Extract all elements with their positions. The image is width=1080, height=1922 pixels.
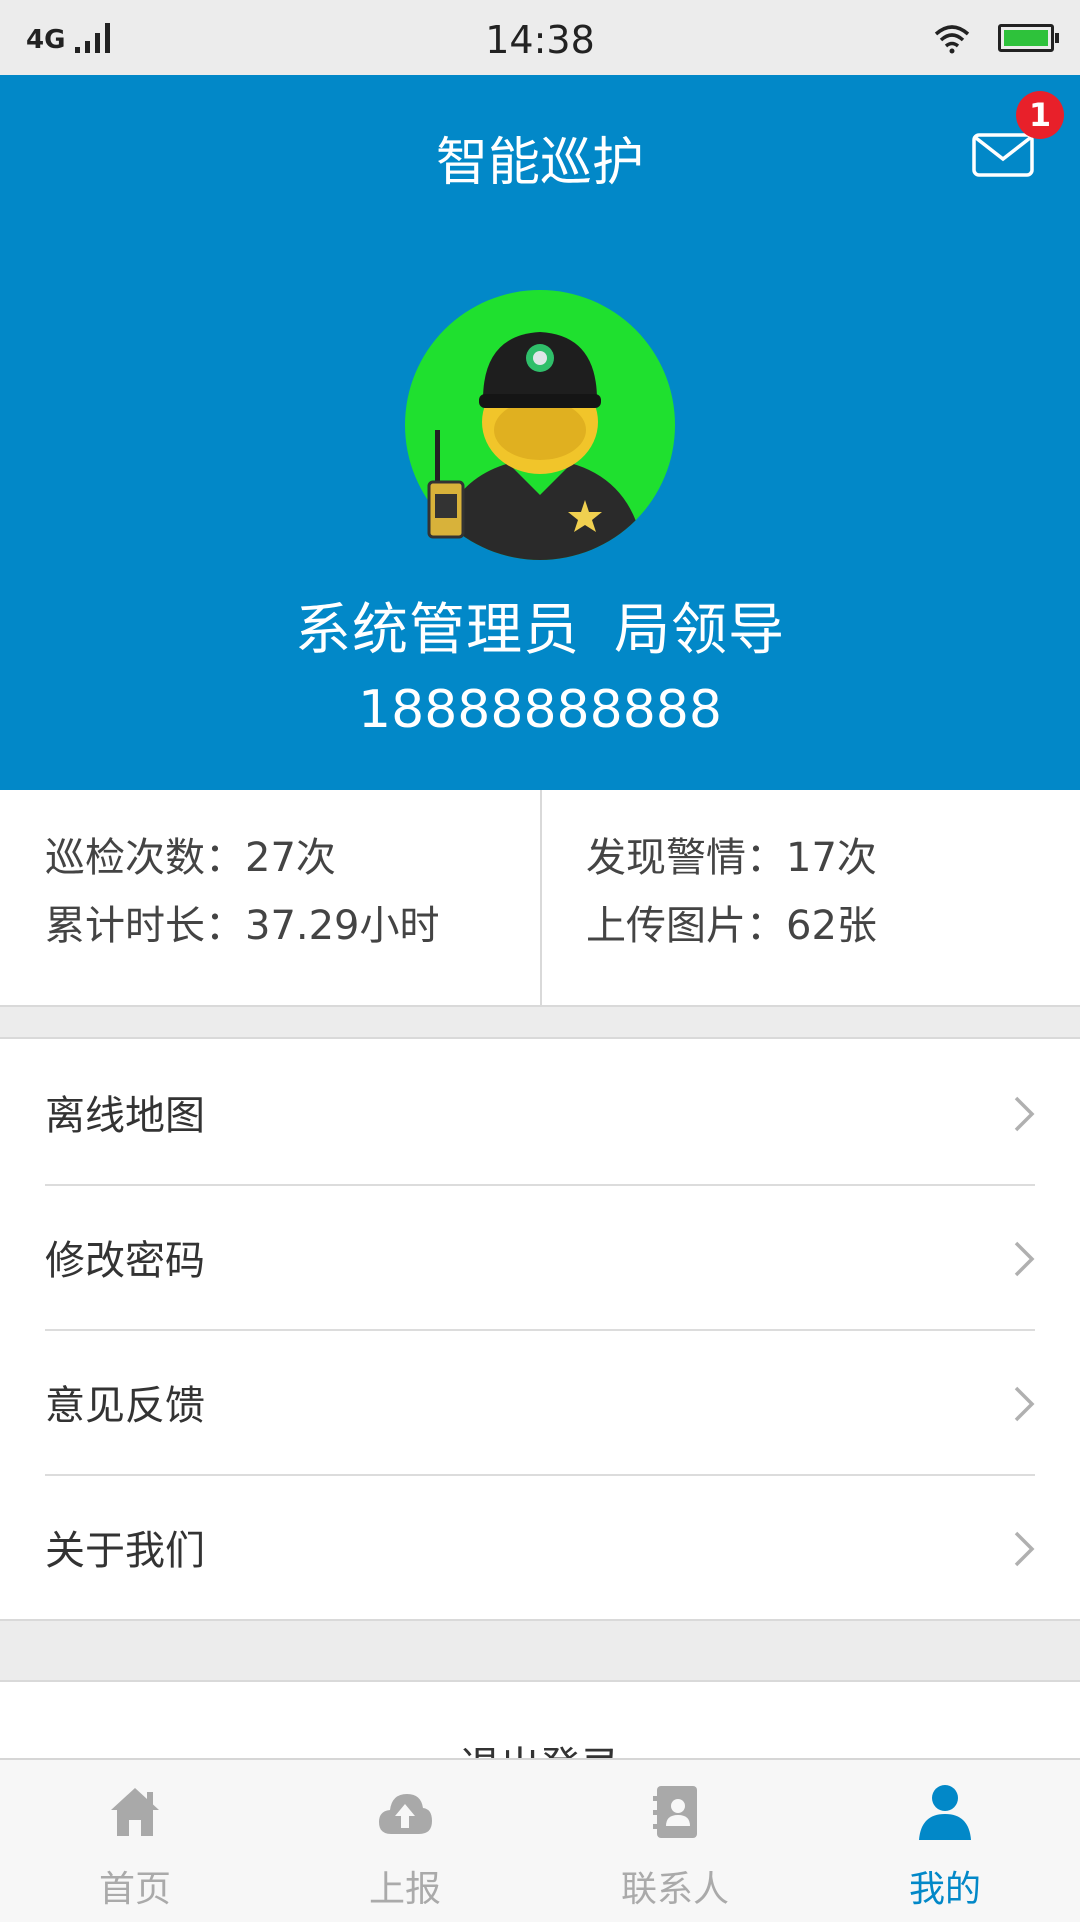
menu-item-change-password[interactable]: 修改密码 xyxy=(0,1184,1080,1329)
bottom-tab-bar: 首页 上报 联系人 我的 xyxy=(0,1758,1080,1922)
stat-images-uploaded: 上传图片：62张 xyxy=(586,903,877,949)
tab-label: 我的 xyxy=(908,1869,981,1910)
chevron-right-icon xyxy=(1014,1241,1035,1277)
battery-icon xyxy=(998,23,1059,52)
logout-button[interactable]: 退出登录 xyxy=(0,1680,1080,1762)
tab-mine[interactable]: 我的 xyxy=(810,1760,1080,1922)
user-phone: 18888888888 xyxy=(358,680,722,740)
chevron-right-icon xyxy=(1014,1386,1035,1422)
tab-label: 联系人 xyxy=(620,1869,729,1910)
user-role: 局领导 xyxy=(614,598,785,663)
tab-report[interactable]: 上报 xyxy=(270,1760,540,1922)
status-bar: 4G 14:38 xyxy=(0,0,1080,75)
menu-item-label: 关于我们 xyxy=(45,1527,205,1574)
menu-item-label: 离线地图 xyxy=(45,1092,205,1139)
avatar[interactable] xyxy=(405,290,675,560)
user-name: 系统管理员 xyxy=(295,598,580,663)
user-info: 系统管理员 局领导 xyxy=(0,585,1080,666)
unread-badge: 1 xyxy=(1016,91,1064,139)
stat-patrol-count: 巡检次数：27次 xyxy=(45,835,336,881)
tab-label: 上报 xyxy=(368,1869,441,1910)
page-title: 智能巡护 xyxy=(435,133,644,193)
menu-item-offline-map[interactable]: 离线地图 xyxy=(0,1039,1080,1184)
tab-contacts[interactable]: 联系人 xyxy=(540,1760,810,1922)
profile-header: 智能巡护 1 系统管理员 局领导 18888888888 xyxy=(0,75,1080,790)
menu-item-label: 意见反馈 xyxy=(45,1382,205,1429)
settings-menu: 离线地图 修改密码 意见反馈 关于我们 xyxy=(0,1037,1080,1621)
menu-item-feedback[interactable]: 意见反馈 xyxy=(0,1329,1080,1474)
stat-alerts-found: 发现警情：17次 xyxy=(586,835,877,881)
contacts-icon xyxy=(653,1786,697,1838)
menu-item-about-us[interactable]: 关于我们 xyxy=(0,1474,1080,1619)
user-icon xyxy=(919,1785,971,1840)
stats-panel: 巡检次数：27次 累计时长：37.29小时 发现警情：17次 上传图片：62张 xyxy=(0,790,1080,1007)
tab-label: 首页 xyxy=(98,1869,171,1910)
stat-total-duration: 累计时长：37.29小时 xyxy=(45,903,440,949)
stats-column-right: 发现警情：17次 上传图片：62张 xyxy=(540,790,1080,1005)
tab-home[interactable]: 首页 xyxy=(0,1760,270,1922)
home-icon xyxy=(111,1788,159,1836)
cloud-upload-icon xyxy=(379,1794,432,1834)
menu-item-label: 修改密码 xyxy=(45,1237,205,1284)
clock: 14:38 xyxy=(485,18,595,62)
chevron-right-icon xyxy=(1014,1531,1035,1567)
chevron-right-icon xyxy=(1014,1096,1035,1132)
stats-column-left: 巡检次数：27次 累计时长：37.29小时 xyxy=(0,790,540,1005)
